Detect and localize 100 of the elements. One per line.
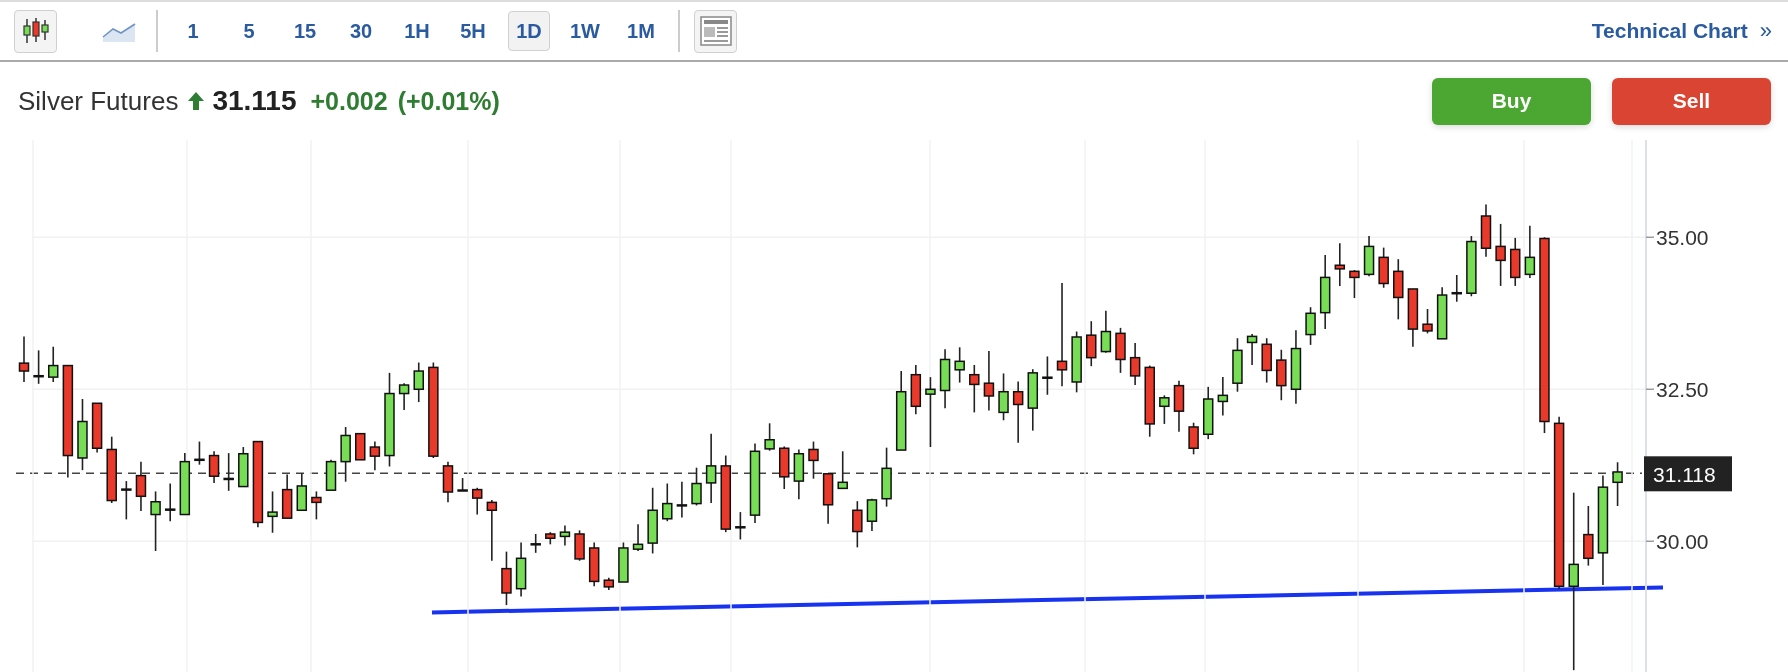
- candle: [1232, 337, 1243, 393]
- candle: [662, 482, 673, 522]
- candle: [939, 348, 951, 409]
- candle: [1129, 342, 1141, 386]
- interval-tab[interactable]: 1D: [508, 11, 550, 51]
- candle: [471, 486, 483, 516]
- candle: [1188, 421, 1199, 456]
- candle: [311, 490, 322, 521]
- candle: [808, 440, 819, 480]
- candle: [837, 450, 848, 490]
- candle: [691, 466, 702, 507]
- candle: [398, 382, 410, 411]
- candle: [106, 435, 117, 504]
- interval-tab[interactable]: 1H: [396, 11, 438, 51]
- candle: [925, 376, 936, 448]
- candle: [33, 349, 44, 385]
- candle: [705, 432, 717, 504]
- candle: [18, 335, 30, 383]
- candle: [852, 500, 863, 549]
- last-price: 31.115: [212, 85, 297, 117]
- candle: [1159, 394, 1170, 425]
- candle: [369, 440, 381, 471]
- candle: [545, 531, 556, 546]
- candle: [48, 345, 59, 383]
- candlestick-icon: [20, 16, 51, 46]
- candle: [91, 402, 103, 454]
- candle: [530, 533, 541, 554]
- axis-tick-label: 32.50: [1645, 378, 1709, 402]
- candle: [413, 361, 424, 403]
- candle: [1378, 246, 1389, 289]
- layout-button[interactable]: [694, 9, 737, 53]
- candle: [1173, 379, 1185, 433]
- candle: [223, 452, 234, 492]
- candle: [1071, 330, 1082, 394]
- candle: [1612, 461, 1623, 507]
- candle: [983, 350, 995, 412]
- sell-button[interactable]: Sell: [1612, 77, 1771, 125]
- candle: [1349, 269, 1360, 299]
- candle: [296, 472, 308, 512]
- candle: [1583, 505, 1594, 567]
- candle: [764, 422, 775, 452]
- candle: [179, 452, 191, 516]
- candle: [632, 523, 644, 552]
- candle: [442, 460, 454, 504]
- candle: [1012, 380, 1024, 444]
- interval-tab[interactable]: 30: [340, 11, 382, 51]
- candle: [588, 541, 600, 588]
- candle: [121, 480, 132, 521]
- interval-tab[interactable]: 1M: [620, 11, 662, 51]
- candle: [501, 550, 512, 606]
- interval-tab[interactable]: 15: [284, 11, 326, 51]
- candle: [1510, 237, 1521, 287]
- percent-change: (+0.01%): [397, 86, 500, 116]
- candle: [1495, 223, 1506, 287]
- candle: [676, 480, 688, 519]
- candle: [574, 529, 585, 562]
- candle: [208, 450, 220, 484]
- interval-tab[interactable]: 1W: [564, 11, 606, 51]
- candle: [647, 486, 658, 555]
- candle: [1407, 288, 1419, 348]
- technical-chart-link[interactable]: Technical Chart »: [1591, 18, 1772, 44]
- candle: [822, 473, 834, 525]
- candle: [164, 482, 176, 522]
- candle: [267, 490, 278, 534]
- candle: [910, 364, 922, 415]
- y-tick-label: 32.50: [1656, 378, 1709, 402]
- candle: [1466, 235, 1477, 298]
- candle: [1042, 355, 1053, 396]
- candle: [1276, 348, 1287, 402]
- candle: [735, 511, 746, 541]
- axis-tick-label: 35.00: [1645, 226, 1709, 250]
- candle: [793, 448, 805, 501]
- candle: [618, 541, 629, 583]
- interval-tab[interactable]: 1: [172, 11, 214, 51]
- y-tick-label: 30.00: [1656, 530, 1709, 554]
- candle: [1217, 376, 1229, 417]
- candle: [1480, 203, 1492, 258]
- candle: [457, 477, 468, 492]
- chart-type-button[interactable]: [14, 9, 57, 53]
- candle: [340, 426, 351, 483]
- candle: [1115, 327, 1126, 374]
- candle: [1202, 386, 1214, 440]
- candle: [1246, 333, 1258, 366]
- interval-tab[interactable]: 5: [228, 11, 270, 51]
- candle: [779, 445, 790, 490]
- price-change: +0.002: [310, 86, 388, 116]
- candle: [194, 440, 205, 466]
- price-label: 31.118: [1644, 456, 1732, 492]
- candle: [325, 459, 337, 491]
- instrument-name: Silver Futures: [18, 85, 179, 117]
- candle: [1027, 368, 1039, 432]
- candle: [1261, 337, 1272, 384]
- candle: [515, 541, 527, 598]
- y-tick-label: 35.00: [1656, 226, 1709, 250]
- candle: [1451, 274, 1462, 303]
- interval-tab[interactable]: 5H: [452, 11, 494, 51]
- candle: [1334, 242, 1346, 287]
- candle: [603, 576, 615, 591]
- candle: [969, 364, 980, 414]
- candle: [1524, 224, 1536, 279]
